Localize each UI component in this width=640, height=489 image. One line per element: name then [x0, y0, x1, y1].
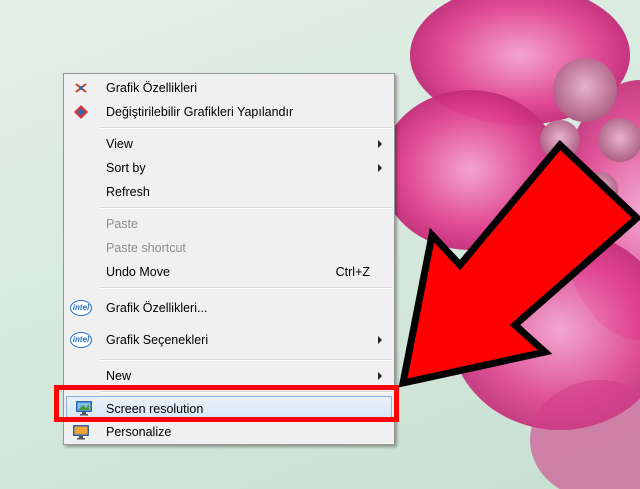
intel-logo-text: intel	[70, 300, 92, 316]
annotation-arrow-icon	[398, 140, 640, 388]
menu-separator	[100, 127, 392, 129]
menu-item-label: Undo Move	[106, 265, 170, 279]
menu-separator	[100, 359, 392, 361]
annotation-highlight-box	[54, 385, 399, 422]
menu-item-sort-by[interactable]: Sort by	[64, 156, 394, 180]
menu-item-label: New	[106, 369, 132, 383]
submenu-arrow-icon	[378, 372, 382, 380]
menu-item-label: Grafik Özellikleri...	[106, 301, 208, 315]
intel-logo-text: intel	[70, 332, 92, 348]
menu-separator	[100, 287, 392, 289]
menu-item-refresh[interactable]: Refresh	[64, 180, 394, 204]
menu-item-degistirilebilir-grafikler[interactable]: Değiştirilebilir Grafikleri Yapılandır	[64, 100, 394, 124]
menu-item-label: Paste shortcut	[106, 241, 186, 255]
menu-item-grafik-secenekleri[interactable]: intel Grafik Seçenekleri	[64, 324, 394, 356]
menu-item-view[interactable]: View	[64, 132, 394, 156]
menu-item-label: Grafik Özellikleri	[106, 81, 197, 95]
submenu-arrow-icon	[378, 164, 382, 172]
menu-item-grafik-ozellikleri[interactable]: Grafik Özellikleri	[64, 76, 394, 100]
shortcut-label: Ctrl+Z	[335, 265, 370, 279]
menu-item-personalize[interactable]: Personalize	[64, 420, 394, 444]
personalize-icon	[70, 423, 92, 441]
menu-item-label: Personalize	[106, 425, 172, 439]
menu-item-label: View	[106, 137, 133, 151]
menu-item-undo-move[interactable]: Undo Move Ctrl+Z	[64, 260, 394, 284]
intel-graphics-icon	[70, 79, 92, 97]
menu-item-label: Refresh	[106, 185, 150, 199]
switchable-graphics-icon	[70, 103, 92, 121]
intel-logo-icon: intel	[70, 331, 92, 349]
intel-logo-icon: intel	[70, 299, 92, 317]
menu-item-grafik-ozellikleri-intel[interactable]: intel Grafik Özellikleri...	[64, 292, 394, 324]
desktop[interactable]: Grafik Özellikleri Değiştirilebilir Graf…	[0, 0, 640, 489]
menu-item-label: Değiştirilebilir Grafikleri Yapılandır	[106, 105, 294, 119]
menu-item-label: Sort by	[106, 161, 146, 175]
menu-item-paste-shortcut: Paste shortcut	[64, 236, 394, 260]
menu-item-paste: Paste	[64, 212, 394, 236]
submenu-arrow-icon	[378, 336, 382, 344]
menu-item-label: Paste	[106, 217, 138, 231]
submenu-arrow-icon	[378, 140, 382, 148]
menu-separator	[100, 207, 392, 209]
menu-item-label: Grafik Seçenekleri	[106, 333, 209, 347]
